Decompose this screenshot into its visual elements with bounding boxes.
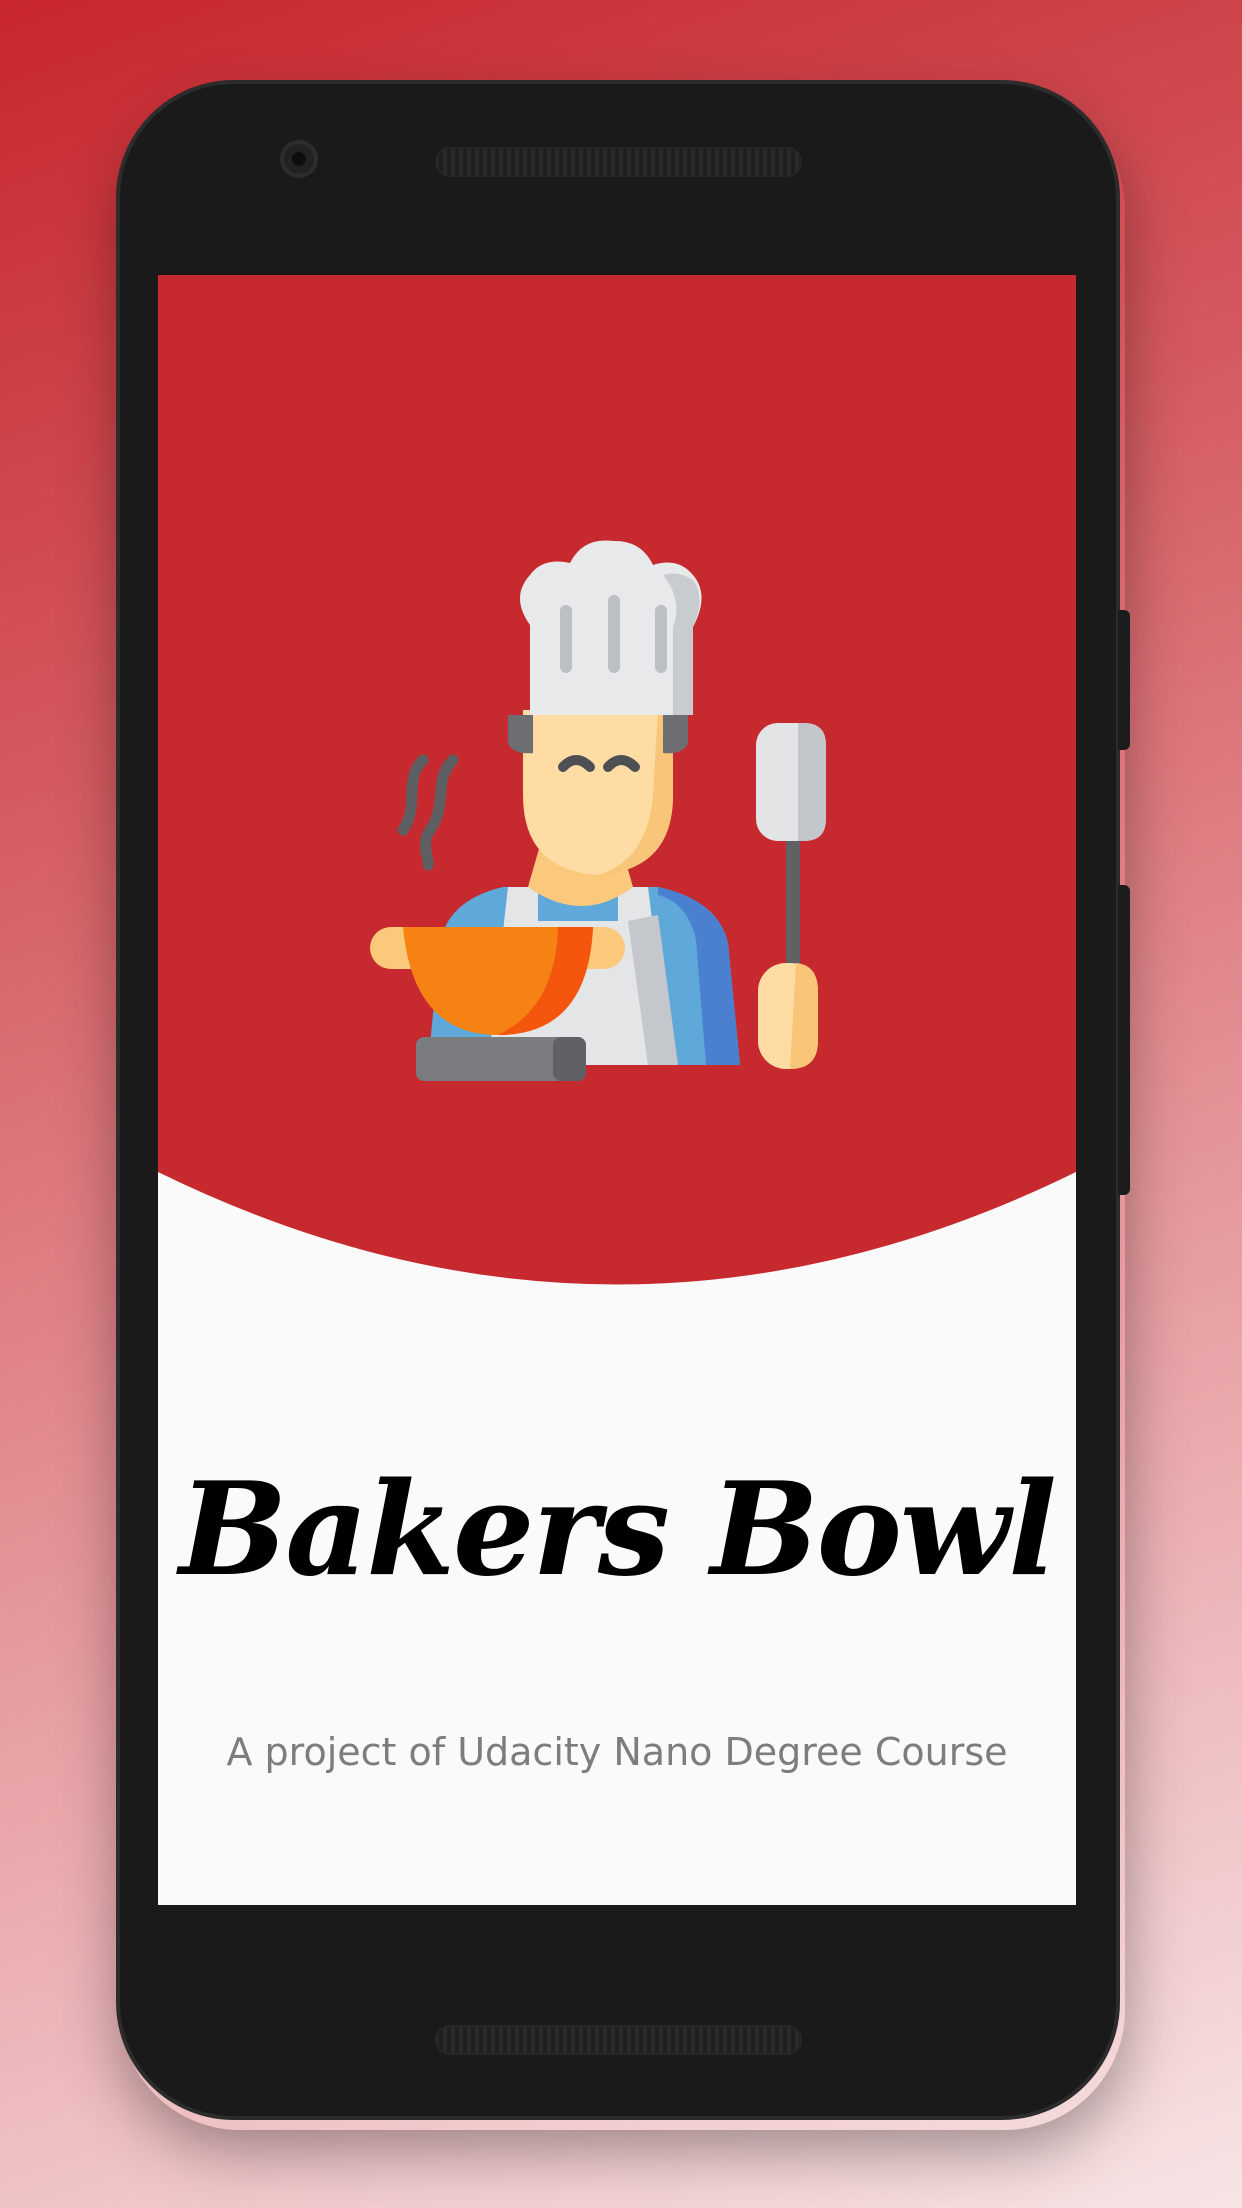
splash-screen: Bakers Bowl A project of Udacity Nano De… — [158, 275, 1076, 1905]
top-speaker — [435, 147, 802, 177]
app-title: Bakers Bowl — [179, 1455, 1057, 1605]
app-subtitle: A project of Udacity Nano Degree Course — [226, 1730, 1008, 1774]
front-camera — [280, 140, 318, 178]
bottom-speaker — [435, 2025, 802, 2055]
volume-button — [1118, 610, 1130, 750]
red-header — [158, 275, 1076, 1285]
power-button — [1118, 885, 1130, 1195]
